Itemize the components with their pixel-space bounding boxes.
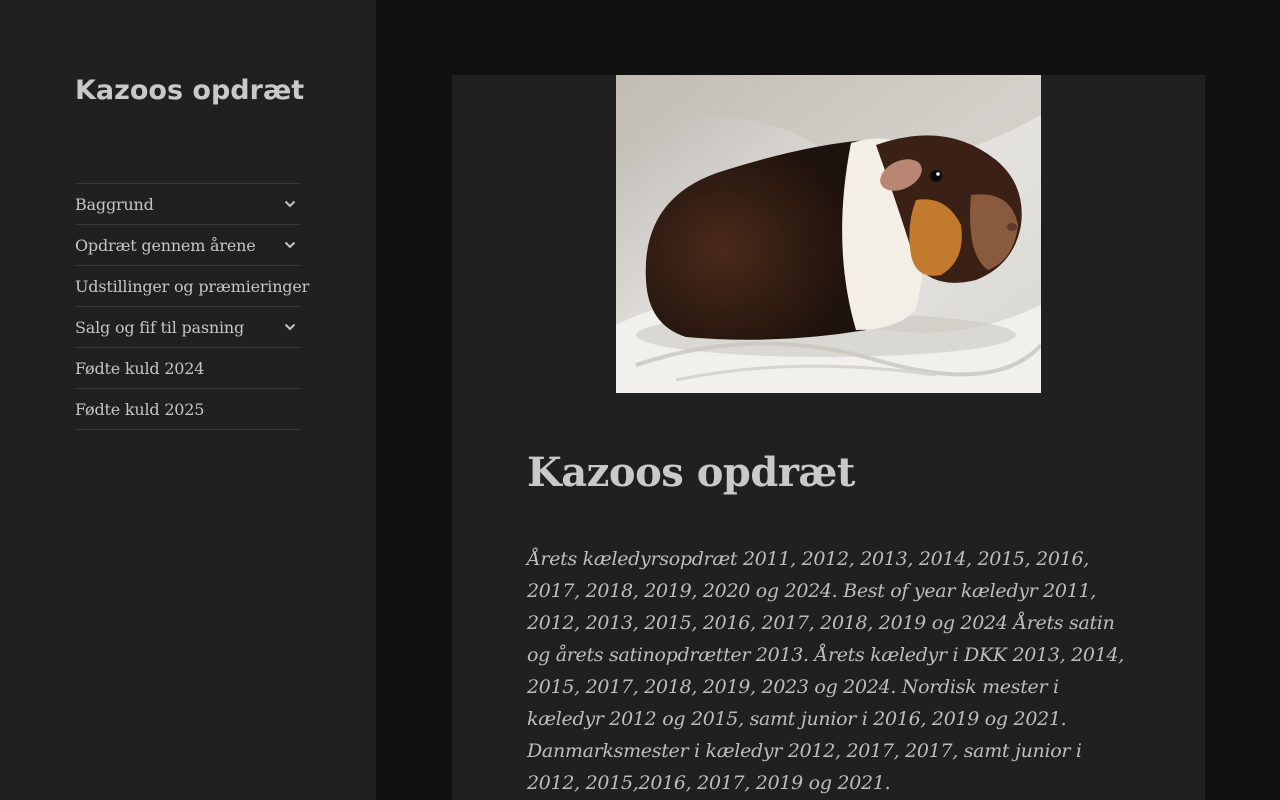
- nav-item-baggrund: Baggrund: [75, 184, 301, 225]
- main-navigation: Baggrund Opdræt gennem årene Udstillinge…: [75, 183, 309, 430]
- nav-item-opdraet-gennem-arene: Opdræt gennem årene: [75, 225, 301, 266]
- nav-link-baggrund[interactable]: Baggrund: [75, 195, 154, 214]
- nav-item-fodte-kuld-2024: Fødte kuld 2024: [75, 348, 301, 389]
- nav-item-udstillinger: Udstillinger og præmieringer: [75, 266, 309, 307]
- nav-link-fodte-kuld-2025[interactable]: Fødte kuld 2025: [75, 400, 204, 419]
- nav-item-fodte-kuld-2025: Fødte kuld 2025: [75, 389, 301, 430]
- main-content: Kazoos opdræt Årets kæledyrsopdræt 2011,…: [376, 0, 1280, 800]
- site-title-link[interactable]: Kazoos opdræt: [75, 72, 304, 110]
- article-title: Kazoos opdræt: [527, 449, 855, 496]
- nav-link-fodte-kuld-2024[interactable]: Fødte kuld 2024: [75, 359, 204, 378]
- nav-item-salg: Salg og fif til pasning: [75, 307, 301, 348]
- article-body: Årets kæledyrsopdræt 2011, 2012, 2013, 2…: [527, 548, 1125, 794]
- article-card: Kazoos opdræt Årets kæledyrsopdræt 2011,…: [452, 75, 1205, 800]
- nav-link-udstillinger[interactable]: Udstillinger og præmieringer: [75, 277, 309, 296]
- chevron-down-icon[interactable]: [279, 193, 301, 215]
- featured-image: [616, 75, 1041, 393]
- nav-link-salg[interactable]: Salg og fif til pasning: [75, 318, 244, 337]
- chevron-down-icon[interactable]: [279, 316, 301, 338]
- chevron-down-icon[interactable]: [279, 234, 301, 256]
- sidebar: Kazoos opdræt Baggrund Opdræt gennem åre…: [0, 0, 376, 800]
- nav-link-opdraet-gennem-arene[interactable]: Opdræt gennem årene: [75, 236, 256, 255]
